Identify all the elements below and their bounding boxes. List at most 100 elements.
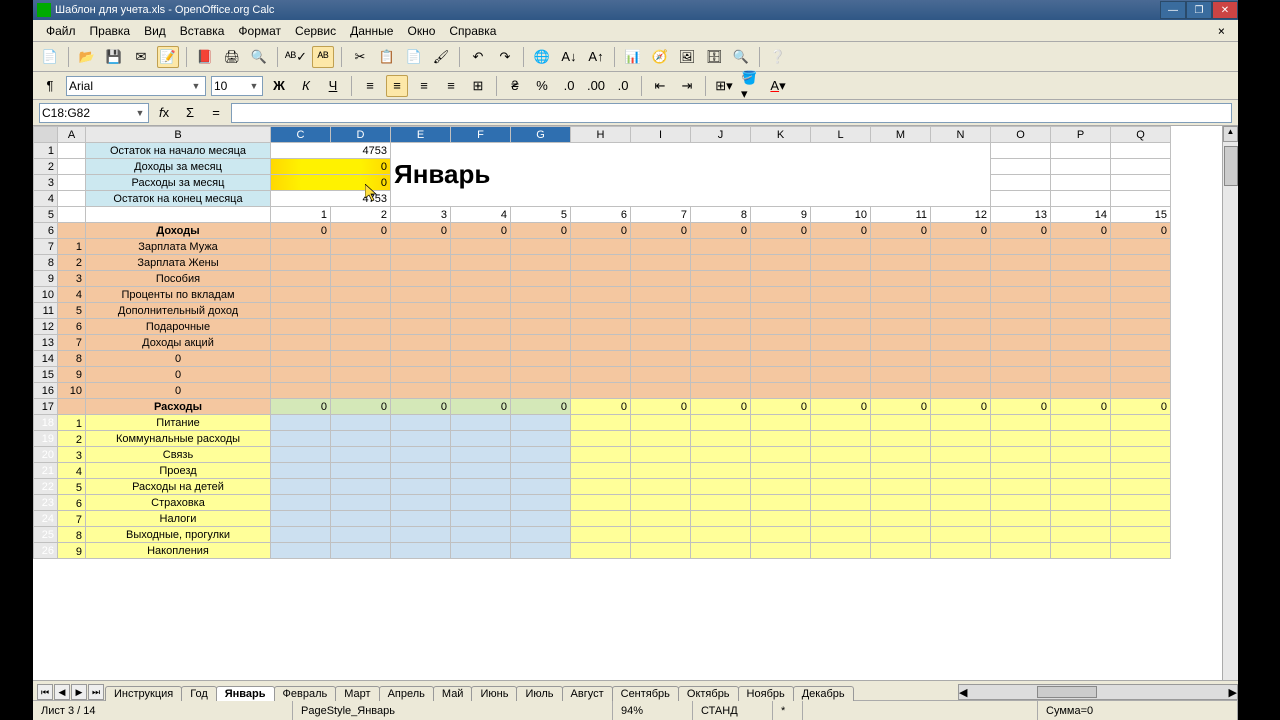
cut-button[interactable]: ✂: [349, 46, 371, 68]
col-header-C[interactable]: C: [271, 127, 331, 143]
income-index[interactable]: 1: [58, 239, 86, 255]
day-number[interactable]: 3: [391, 207, 451, 223]
borders-button[interactable]: ⊞▾: [713, 75, 735, 97]
day-number[interactable]: 1: [271, 207, 331, 223]
day-number[interactable]: 10: [811, 207, 871, 223]
row-header-18[interactable]: 18: [34, 415, 58, 431]
percent-button[interactable]: %: [531, 75, 553, 97]
income-label[interactable]: Зарплата Жены: [86, 255, 271, 271]
expense-total[interactable]: 0: [931, 399, 991, 415]
income-label[interactable]: Дополнительный доход: [86, 303, 271, 319]
menu-Справка[interactable]: Справка: [442, 22, 503, 40]
align-justify-button[interactable]: ≡: [440, 75, 462, 97]
cell-ref-box[interactable]: ▼: [39, 103, 149, 123]
income-index[interactable]: 5: [58, 303, 86, 319]
cell-ref-input[interactable]: [42, 106, 134, 120]
income-label[interactable]: Доходы акций: [86, 335, 271, 351]
expense-total[interactable]: 0: [331, 399, 391, 415]
undo-button[interactable]: ↶: [467, 46, 489, 68]
row-header-5[interactable]: 5: [34, 207, 58, 223]
row-header-13[interactable]: 13: [34, 335, 58, 351]
underline-button[interactable]: Ч: [322, 75, 344, 97]
sheet-tab-Инструкция[interactable]: Инструкция: [105, 686, 182, 701]
sheet-tab-Октябрь[interactable]: Октябрь: [678, 686, 739, 701]
dropdown-icon[interactable]: ▼: [189, 81, 203, 91]
sheet-tab-Март[interactable]: Март: [335, 686, 379, 701]
menu-Файл[interactable]: Файл: [39, 22, 83, 40]
expense-total[interactable]: 0: [1051, 399, 1111, 415]
expense-label[interactable]: Проезд: [86, 463, 271, 479]
row-header-11[interactable]: 11: [34, 303, 58, 319]
col-header-I[interactable]: I: [631, 127, 691, 143]
month-title[interactable]: Январь: [391, 143, 991, 207]
income-index[interactable]: 9: [58, 367, 86, 383]
expense-index[interactable]: 9: [58, 543, 86, 559]
close-button[interactable]: ✕: [1212, 1, 1238, 19]
dropdown-icon[interactable]: ▼: [248, 81, 260, 91]
tab-nav-button[interactable]: ⏮: [37, 684, 53, 700]
new-button[interactable]: 📄: [39, 46, 61, 68]
income-total[interactable]: 0: [751, 223, 811, 239]
font-name-input[interactable]: [69, 79, 189, 93]
number-button[interactable]: .0: [558, 75, 580, 97]
income-label[interactable]: Подарочные: [86, 319, 271, 335]
expense-total[interactable]: 0: [691, 399, 751, 415]
col-header-H[interactable]: H: [571, 127, 631, 143]
row-header-4[interactable]: 4: [34, 191, 58, 207]
income-total[interactable]: 0: [991, 223, 1051, 239]
expense-label[interactable]: Связь: [86, 447, 271, 463]
col-header-J[interactable]: J: [691, 127, 751, 143]
fontcolor-button[interactable]: A▾: [767, 75, 789, 97]
expense-total[interactable]: 0: [751, 399, 811, 415]
increase-indent-button[interactable]: ⇥: [676, 75, 698, 97]
day-number[interactable]: 15: [1111, 207, 1171, 223]
income-label[interactable]: Пособия: [86, 271, 271, 287]
col-header-B[interactable]: B: [86, 127, 271, 143]
income-total[interactable]: 0: [271, 223, 331, 239]
income-index[interactable]: 7: [58, 335, 86, 351]
summary-label[interactable]: Остаток на начало месяца: [86, 143, 271, 159]
sheet-tab-Январь[interactable]: Январь: [216, 686, 275, 701]
autospell-button[interactable]: ᴬᴮ: [312, 46, 334, 68]
expense-total[interactable]: 0: [871, 399, 931, 415]
menu-Формат[interactable]: Формат: [231, 22, 288, 40]
maximize-button[interactable]: ❐: [1186, 1, 1212, 19]
income-label[interactable]: 0: [86, 383, 271, 399]
income-index[interactable]: 2: [58, 255, 86, 271]
datasource-button[interactable]: 🗄: [703, 46, 725, 68]
expense-index[interactable]: 6: [58, 495, 86, 511]
preview-button[interactable]: 🔍: [248, 46, 270, 68]
col-header-P[interactable]: P: [1051, 127, 1111, 143]
row-header-25[interactable]: 25: [34, 527, 58, 543]
gallery-button[interactable]: 🖼: [676, 46, 698, 68]
income-total[interactable]: 0: [631, 223, 691, 239]
vertical-scrollbar[interactable]: ▲: [1222, 126, 1238, 680]
income-total[interactable]: 0: [691, 223, 751, 239]
expense-index[interactable]: 4: [58, 463, 86, 479]
spreadsheet-grid[interactable]: ABCDEFGHIJKLMNOPQ1Остаток на начало меся…: [33, 126, 1238, 680]
merge-button[interactable]: ⊞: [467, 75, 489, 97]
sheet-tab-Май[interactable]: Май: [433, 686, 473, 701]
align-left-button[interactable]: ≡: [359, 75, 381, 97]
row-header-8[interactable]: 8: [34, 255, 58, 271]
font-size-input[interactable]: [214, 79, 248, 93]
row-header-1[interactable]: 1: [34, 143, 58, 159]
row-header-12[interactable]: 12: [34, 319, 58, 335]
income-label[interactable]: Зарплата Мужа: [86, 239, 271, 255]
expense-index[interactable]: 5: [58, 479, 86, 495]
expense-index[interactable]: 2: [58, 431, 86, 447]
email-button[interactable]: ✉: [130, 46, 152, 68]
format-paint-button[interactable]: 🖌: [430, 46, 452, 68]
income-total[interactable]: 0: [871, 223, 931, 239]
income-total[interactable]: 0: [391, 223, 451, 239]
tab-nav-button[interactable]: ⏭: [88, 684, 104, 700]
expense-label[interactable]: Страховка: [86, 495, 271, 511]
day-number[interactable]: 12: [931, 207, 991, 223]
zoom-button[interactable]: 🔍: [730, 46, 752, 68]
row-header-16[interactable]: 16: [34, 383, 58, 399]
menu-Окно[interactable]: Окно: [400, 22, 442, 40]
income-index[interactable]: 8: [58, 351, 86, 367]
day-number[interactable]: 9: [751, 207, 811, 223]
col-header-E[interactable]: E: [391, 127, 451, 143]
expense-label[interactable]: Коммунальные расходы: [86, 431, 271, 447]
